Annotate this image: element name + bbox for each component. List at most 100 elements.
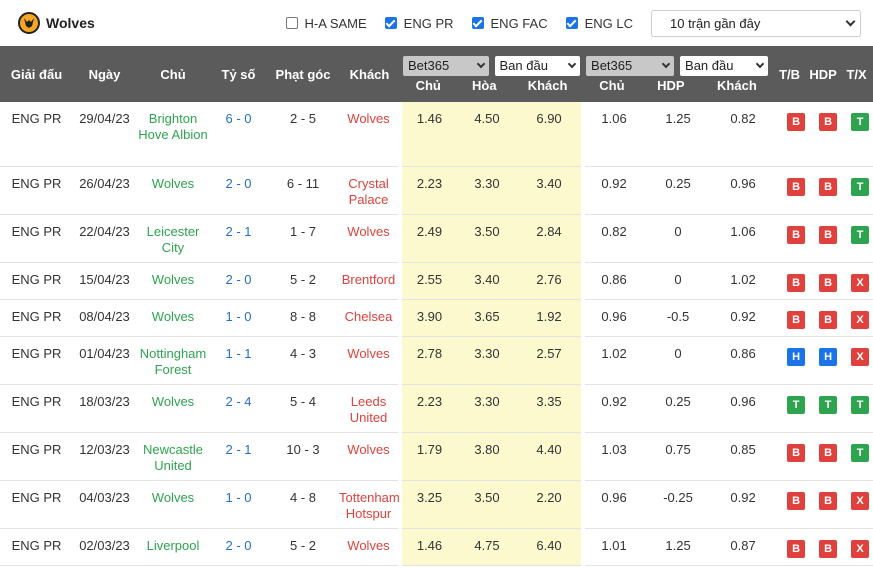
league-cell: ENG PR [0,480,73,529]
filter-eng-fac[interactable]: ENG FAC [471,15,548,31]
score-cell[interactable]: 2 - 0 [210,262,267,300]
odds-home-cell: 1.46 [398,102,457,167]
filter-label: ENG FAC [490,15,548,31]
table-row[interactable]: ENG PR 15/04/23 Wolves 2 - 05 - 2 Brentford 2… [0,262,873,300]
tb-badge: B [787,225,806,244]
score-cell[interactable]: 2 - 0 [210,528,267,566]
table-row[interactable]: ENG PR 04/03/23 Wolves 1 - 04 - 8 Tottenham … [0,480,873,529]
home-team-cell[interactable]: Leicester City [136,214,210,263]
corners-cell: 8 - 8 [267,299,339,337]
hdp-line-cell: 0.25 [643,384,714,433]
hdp-home-cell: 0.96 [583,480,644,529]
checkbox-h-a-same[interactable] [285,17,298,29]
home-team-cell[interactable]: Wolves [136,480,210,529]
hdp-away-cell: 0.92 [713,299,774,337]
table-row[interactable]: ENG PR 22/04/23 Leicester City 2 - 11 - 7 Wo… [0,214,873,263]
table-row[interactable]: ENG PR 01/04/23 Nottingham Forest 1 - 14 - … [0,336,873,385]
hdp-home-cell: 0.96 [583,299,644,337]
hdp-badge: B [819,113,838,131]
odds-type-select-1x2[interactable]: Ban đầu [494,55,581,76]
home-team-cell[interactable]: Nottingham Forest [136,336,210,385]
match-range-value: 10 trận gần đây [670,15,761,31]
result-badges-cell: BBT [773,214,873,263]
away-team-cell[interactable]: Wolves [339,214,400,263]
score-cell[interactable]: 2 - 4 [210,384,267,433]
away-team-cell[interactable]: Wolves [339,336,400,385]
odds-away-cell: 6.40 [517,528,586,566]
table-row[interactable]: ENG PR 02/03/23 Liverpool 2 - 05 - 2 Wolves 1… [0,528,873,566]
hdp-badge: H [819,347,838,366]
tx-badge: T [851,177,870,196]
odds-home-cell: 2.49 [398,214,457,263]
match-range-select[interactable]: 10 trận gần đây [651,9,861,37]
chevron-down-icon [567,59,577,68]
table-row[interactable]: ENG PR 26/04/23 Wolves 2 - 06 - 11 Crystal P… [0,166,873,215]
date-cell: 29/04/23 [73,102,136,167]
score-cell[interactable]: 1 - 0 [210,480,267,529]
corners-cell: 6 - 11 [267,166,339,215]
checkbox-eng-pr[interactable] [384,17,397,29]
result-badges-cell: BBX [773,480,873,529]
away-team-cell[interactable]: Chelsea [339,299,400,337]
home-team-cell[interactable]: Wolves [136,166,210,215]
league-cell: ENG PR [0,384,73,433]
odds-type-select-hdp[interactable]: Ban đầu [680,55,769,76]
hdp-away-cell: 0.96 [713,384,774,433]
odds-away-cell: 2.57 [517,336,586,385]
score-cell[interactable]: 6 - 0 [210,102,267,167]
table-row[interactable]: ENG PR 29/04/23 Brighton Hove Albion 6 - 02… [0,102,873,167]
table-row[interactable]: ENG PR 18/03/23 Wolves 2 - 45 - 4 Leeds Unit… [0,384,873,433]
checkbox-eng-lc[interactable] [565,17,578,29]
odds-home-cell: 2.23 [398,384,457,433]
home-team-cell[interactable]: Wolves [136,384,210,433]
tx-badge: X [851,491,870,510]
filter-label: ENG LC [584,15,633,31]
score-cell[interactable]: 2 - 1 [210,214,267,263]
away-team-cell[interactable]: Tottenham Hotspur [339,480,400,529]
hdp-home-cell: 1.06 [583,102,644,167]
bookmaker-select-1x2[interactable]: Bet365 [403,55,489,76]
hdp-line-cell: 0 [643,262,714,300]
table-row[interactable]: ENG PR 08/04/23 Wolves 1 - 08 - 8 Chelsea 3.9… [0,299,873,337]
filter-eng-lc[interactable]: ENG LC [565,15,633,31]
result-badges-cell: BBT [773,166,873,215]
away-team-cell[interactable]: Crystal Palace [339,166,400,215]
checkbox-eng-fac[interactable] [471,17,484,29]
hdp-badge: B [819,273,838,292]
date-cell: 22/04/23 [73,214,136,263]
odds-home-cell: 3.25 [398,480,457,529]
score-cell[interactable]: 1 - 1 [210,336,267,385]
col-league: Giải đấu [10,66,63,82]
filter-eng-pr[interactable]: ENG PR [384,16,454,31]
hdp-line-cell: 0.25 [643,166,714,215]
odds-draw-cell: 3.65 [457,299,517,337]
tx-badge: T [851,113,870,131]
score-cell[interactable]: 2 - 1 [210,432,267,481]
league-cell: ENG PR [0,214,73,263]
col-score: Tỷ số [221,66,256,82]
home-team-cell[interactable]: Liverpool [136,528,210,566]
corners-cell: 5 - 2 [267,262,339,300]
odds-1x2-header: Bet365 Ban đầu Chủ Hòa Khách [400,46,583,102]
filter-h-a-same[interactable]: H-A SAME [285,15,367,31]
bookmaker-select-hdp[interactable]: Bet365 [586,55,675,76]
odds-away-cell: 3.40 [517,166,586,215]
result-badges-cell: BBT [773,432,873,481]
home-team-cell[interactable]: Wolves [136,299,210,337]
odds-draw-cell: 3.80 [457,432,517,481]
home-team-cell[interactable]: Wolves [136,262,210,300]
table-row[interactable]: ENG PR 12/03/23 Newcastle United 2 - 1 10 - … [0,432,873,481]
away-team-cell[interactable]: Brentford [339,262,400,300]
away-team-cell[interactable]: Wolves [339,432,400,481]
filter-label: H-A SAME [304,15,367,31]
away-team-cell[interactable]: Wolves [339,528,400,566]
home-team-cell[interactable]: Newcastle United [136,432,210,481]
corners-cell: 4 - 8 [267,480,339,529]
score-cell[interactable]: 1 - 0 [210,299,267,337]
home-team-cell[interactable]: Brighton Hove Albion [136,102,210,167]
bookmaker-value: Bet365 [591,58,633,73]
away-team-cell[interactable]: Leeds United [339,384,400,433]
away-team-cell[interactable]: Wolves [339,102,400,167]
score-cell[interactable]: 2 - 0 [210,166,267,215]
result-badges-cell: TTT [773,384,873,433]
